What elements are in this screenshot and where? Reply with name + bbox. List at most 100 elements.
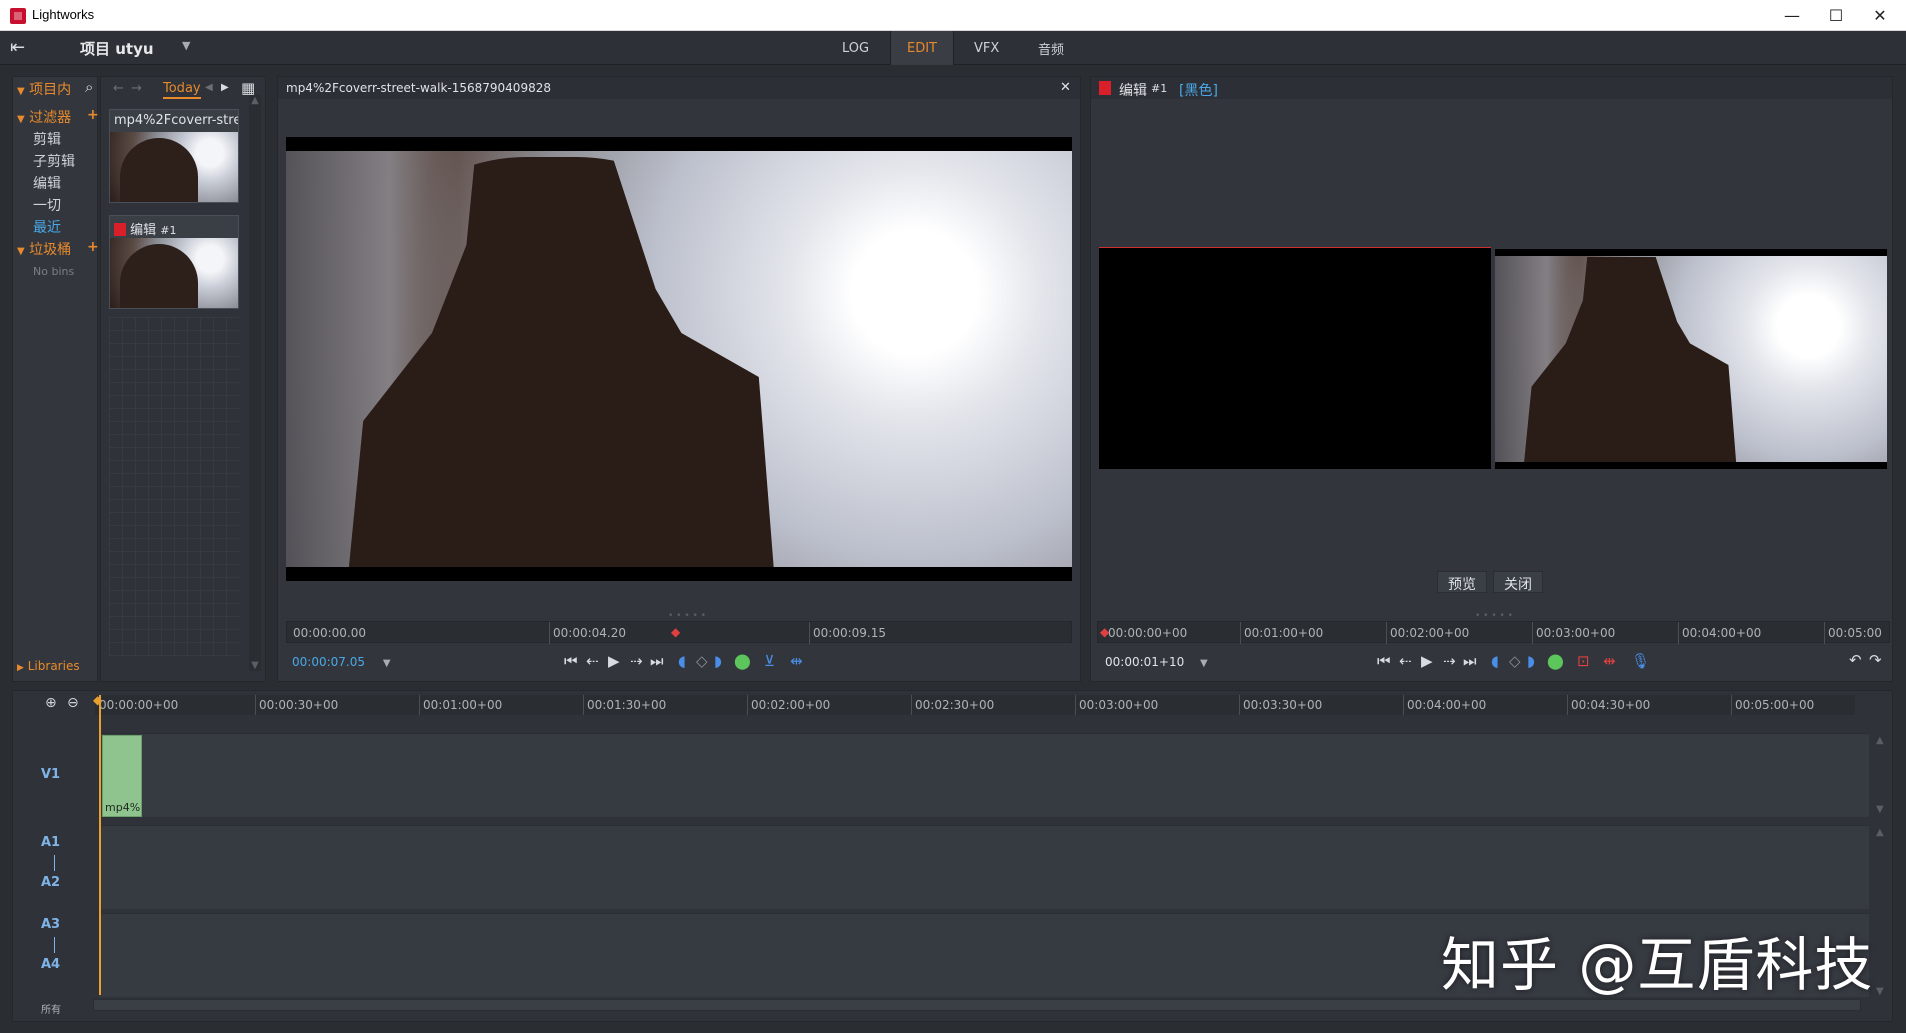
tab-edit[interactable]: EDIT [890, 31, 954, 65]
mark-in-icon[interactable]: ◖ [1491, 652, 1499, 670]
tab-log[interactable]: LOG [826, 31, 885, 65]
search-icon[interactable]: ⌕ [85, 78, 93, 96]
preview-button[interactable]: 预览 [1437, 571, 1487, 593]
source-time-ruler[interactable]: 00:00:00.00 00:00:04.20 00:00:09.15 ◆ [286, 621, 1072, 644]
edit-flag-icon [1099, 81, 1111, 95]
track-label-a4[interactable]: A4 [41, 957, 60, 972]
bin-forward-icon[interactable]: → [131, 81, 142, 96]
record-timecode[interactable]: 00:00:01+10 [1105, 655, 1184, 669]
record-time-ruler[interactable]: ◆ 00:00:00+00 00:01:00+00 00:02:00+00 00… [1097, 621, 1890, 644]
delete-section-icon[interactable]: ⊡ [1577, 652, 1590, 670]
mark-out-icon[interactable]: ◗ [714, 652, 722, 670]
step-back-icon[interactable]: ⇠ [586, 652, 599, 670]
go-to-end-icon[interactable]: ⏭ [650, 652, 664, 670]
source-timecode-group[interactable]: 00:00:07.05 ▼ [292, 655, 391, 669]
record-video-frame[interactable] [1495, 249, 1887, 469]
close-viewer-icon[interactable]: ✕ [1060, 80, 1071, 95]
audio-tracks-scrollbar[interactable]: ▲ ▼ [1876, 827, 1888, 997]
insert-icon[interactable]: ⊻ [764, 652, 775, 670]
track-label-a3[interactable]: A3 [41, 917, 60, 932]
libraries-label[interactable]: Libraries [28, 659, 80, 673]
source-timecode[interactable]: 00:00:07.05 [292, 655, 365, 669]
zoom-out-icon[interactable]: ⊖ [67, 695, 79, 711]
ruler-tick-label: 00:01:30+00 [587, 698, 667, 712]
bin-empty-grid [109, 317, 239, 657]
record-timecode-dropdown-icon[interactable]: ▼ [1200, 658, 1208, 669]
add-filter-icon[interactable]: + [87, 107, 99, 123]
bin-next-icon[interactable]: ▶ [221, 82, 229, 93]
track-label-a2[interactable]: A2 [41, 875, 60, 890]
filters-group: ▼ 过滤器 + [17, 107, 99, 126]
bin-panel: ← → Today ◀ ▶ ▦ mp4%2Fcoverr-stree 编辑 #1… [100, 76, 266, 682]
close-button[interactable]: 关闭 [1493, 571, 1543, 593]
libraries-item[interactable]: ▶ Libraries [17, 659, 103, 679]
audio-track-a1-a2[interactable] [99, 825, 1869, 909]
tab-vfx[interactable]: VFX [958, 31, 1015, 65]
viewer-resize-handle[interactable]: • • • • • [1475, 611, 1513, 621]
timeline-clip[interactable]: mp4% [102, 735, 142, 817]
bin-scrollbar[interactable]: ▲ ▼ [249, 95, 261, 671]
bin-prev-icon[interactable]: ◀ [205, 82, 213, 93]
go-to-end-icon[interactable]: ⏭ [1463, 652, 1477, 670]
source-transport-controls: ⏮ ⇠ ▶ ⇢ ⏭ ◖ ◇ ◗ ⬤ ⊻ ⇹ [564, 652, 884, 672]
video-tracks-scrollbar[interactable]: ▲ ▼ [1876, 735, 1888, 815]
add-trash-icon[interactable]: + [87, 239, 99, 255]
ruler-tick-label: 00:00:00+00 [99, 698, 179, 712]
bin-edit-title-row: 编辑 #1 [110, 216, 238, 238]
timeline-ruler[interactable]: 00:00:00+00 00:00:30+00 00:01:00+00 00:0… [95, 695, 1855, 715]
track-label-a1[interactable]: A1 [41, 835, 60, 850]
sidebar-header-label[interactable]: 项目内 [29, 82, 71, 98]
record-edit-tag: [黑色] [1179, 83, 1218, 99]
zoom-in-icon[interactable]: ⊕ [45, 695, 57, 711]
maximize-button[interactable]: ☐ [1814, 0, 1858, 31]
bin-edit-card[interactable]: 编辑 #1 [109, 215, 239, 309]
source-video-frame[interactable] [286, 137, 1072, 581]
mark-out-icon[interactable]: ◗ [1527, 652, 1535, 670]
track-label-v1[interactable]: V1 [41, 767, 60, 782]
source-viewer: mp4%2Fcoverr-street-walk-1568790409828 ✕… [277, 76, 1081, 682]
record-black-frame[interactable] [1099, 247, 1491, 469]
project-name[interactable]: 项目 utyu [80, 38, 154, 59]
project-dropdown-icon[interactable]: ▼ [182, 39, 190, 52]
clip-thumbnail [110, 132, 238, 202]
go-to-start-icon[interactable]: ⏮ [1377, 652, 1391, 670]
mark-in-icon[interactable]: ◖ [678, 652, 686, 670]
redo-icon[interactable]: ↷ [1869, 651, 1882, 669]
bin-today-tab[interactable]: Today [163, 81, 201, 99]
add-cue-icon[interactable]: ⬤ [734, 652, 751, 670]
filters-label[interactable]: 过滤器 [29, 110, 71, 126]
bin-clip-card[interactable]: mp4%2Fcoverr-stree [109, 109, 239, 203]
track-link-line [54, 937, 55, 953]
step-forward-icon[interactable]: ⇢ [630, 652, 643, 670]
close-window-button[interactable]: ✕ [1858, 0, 1902, 31]
viewer-resize-handle[interactable]: • • • • • [668, 611, 706, 621]
step-forward-icon[interactable]: ⇢ [1443, 652, 1456, 670]
exit-project-icon[interactable]: ⇤ [10, 37, 38, 59]
go-to-start-icon[interactable]: ⏮ [564, 652, 578, 670]
watermark-text: 知乎 @互盾科技 [1441, 931, 1874, 999]
mark-clear-icon[interactable]: ◇ [1509, 652, 1521, 670]
video-track-v1[interactable] [99, 733, 1869, 817]
add-cue-icon[interactable]: ⬤ [1547, 652, 1564, 670]
bin-back-icon[interactable]: ← [113, 81, 124, 96]
source-viewer-header: mp4%2Fcoverr-street-walk-1568790409828 ✕ [278, 77, 1080, 99]
timeline-playhead[interactable] [99, 695, 101, 995]
source-playhead-marker[interactable]: ◆ [671, 625, 680, 639]
minimize-button[interactable]: — [1770, 0, 1814, 31]
trash-label[interactable]: 垃圾桶 [29, 242, 71, 258]
tab-audio[interactable]: 音频 [1022, 31, 1080, 65]
step-back-icon[interactable]: ⇠ [1399, 652, 1412, 670]
playhead-handle-icon[interactable]: ◆ [93, 693, 102, 707]
mark-clear-icon[interactable]: ◇ [696, 652, 708, 670]
play-icon[interactable]: ▶ [608, 652, 620, 670]
letterbox-bottom [1495, 462, 1887, 469]
remove-section-icon[interactable]: ⇹ [1603, 652, 1616, 670]
source-timecode-dropdown-icon[interactable]: ▼ [383, 658, 391, 669]
all-tracks-label[interactable]: 所有 [41, 1001, 61, 1016]
record-timecode-group[interactable]: 00:00:01+10 ▼ [1105, 655, 1208, 669]
play-icon[interactable]: ▶ [1421, 652, 1433, 670]
undo-icon[interactable]: ↶ [1849, 651, 1862, 669]
edit-thumbnail [110, 238, 238, 308]
overwrite-icon[interactable]: ⇹ [790, 652, 803, 670]
voiceover-mic-icon[interactable]: 🎙 [1631, 652, 1650, 670]
